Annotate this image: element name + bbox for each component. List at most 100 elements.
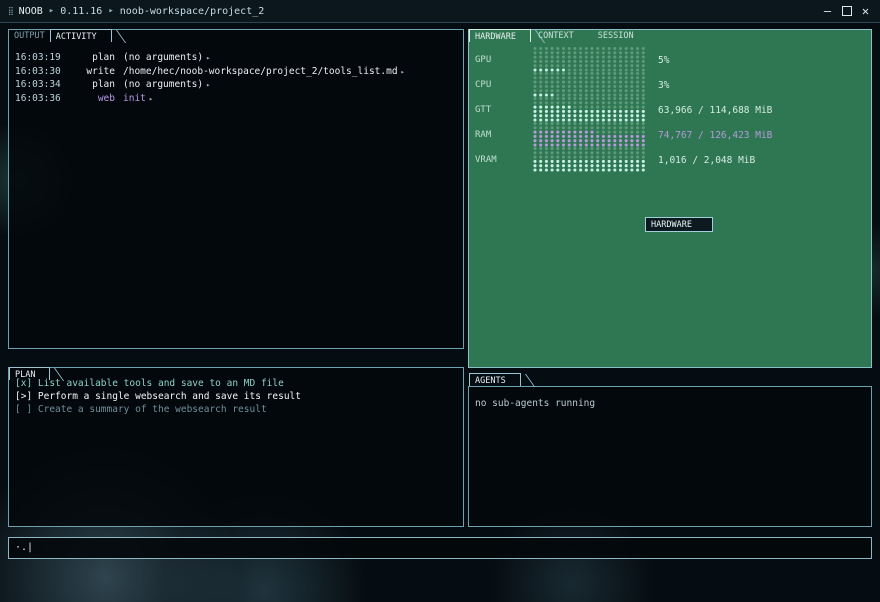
- hardware-dot: [630, 89, 634, 93]
- hardware-dot: [573, 80, 577, 84]
- hardware-dot: [584, 76, 588, 80]
- hardware-dot: [550, 130, 554, 134]
- hardware-dot: [601, 105, 605, 109]
- prompt-icon: ·.|: [15, 542, 34, 553]
- activity-row[interactable]: 16:03:34 plan (no arguments) ▸: [15, 79, 210, 90]
- hardware-dot: [630, 126, 634, 130]
- hardware-dot: [607, 64, 611, 68]
- hardware-bar-ram: [533, 121, 653, 149]
- hardware-dot: [533, 51, 537, 55]
- hardware-dot: [544, 55, 548, 59]
- hardware-dot: [550, 101, 554, 105]
- hardware-dot: [539, 80, 543, 84]
- hardware-dot: [584, 51, 588, 55]
- tab-output[interactable]: OUTPUT: [9, 29, 50, 42]
- tab-context[interactable]: CONTEXT: [533, 29, 579, 42]
- hardware-dot: [539, 76, 543, 80]
- activity-time: 16:03:36: [15, 92, 61, 104]
- expand-arrow-icon[interactable]: ▸: [401, 68, 405, 76]
- minimize-icon[interactable]: —: [821, 4, 834, 17]
- tab-session[interactable]: SESSION: [593, 29, 639, 42]
- hardware-dot: [567, 146, 571, 151]
- hardware-dot: [613, 109, 617, 113]
- hardware-dot: [544, 151, 548, 155]
- hardware-dot: [544, 46, 548, 51]
- hardware-bar-vram: [533, 146, 653, 174]
- hardware-dot: [567, 105, 571, 109]
- activity-verb: write: [86, 65, 115, 77]
- tab-agents[interactable]: AGENTS: [469, 373, 521, 386]
- expand-arrow-icon[interactable]: ▸: [206, 81, 210, 89]
- hardware-dot: [590, 80, 594, 84]
- hardware-dot: [579, 121, 583, 126]
- activity-row[interactable]: 16:03:30 write/home/hec/noob-workspace/pr…: [15, 66, 405, 77]
- hardware-label-gpu: GPU: [475, 55, 492, 65]
- hardware-dot: [539, 121, 543, 126]
- title-bar: ⁞⁞ NOOB ▸ 0.11.16 ▸ noob-workspace/proje…: [0, 0, 880, 23]
- activity-time: 16:03:30: [15, 65, 61, 77]
- hardware-dot: [624, 76, 628, 80]
- hardware-dot: [556, 146, 560, 151]
- hardware-dot: [533, 164, 537, 168]
- activity-row[interactable]: 16:03:19 plan (no arguments) ▸: [15, 52, 210, 63]
- tab-hardware[interactable]: HARDWARE: [469, 29, 531, 42]
- hardware-dot: [613, 80, 617, 84]
- hardware-dot: [613, 105, 617, 109]
- hardware-dot: [601, 139, 605, 143]
- hardware-dot: [618, 155, 623, 159]
- hardware-dot: [590, 126, 594, 130]
- hardware-dot: [596, 146, 600, 151]
- hardware-dot: [607, 109, 611, 113]
- hardware-dot: [561, 109, 566, 113]
- hardware-dot: [567, 159, 571, 163]
- hardware-dot: [533, 55, 537, 59]
- command-input[interactable]: ·.|: [8, 537, 872, 559]
- hardware-dot: [556, 151, 560, 155]
- hardware-dot: [624, 130, 628, 134]
- hardware-dot: [630, 76, 634, 80]
- tab-activity[interactable]: ACTIVITY: [49, 29, 112, 42]
- hardware-dot: [630, 139, 634, 143]
- hardware-dot: [641, 51, 645, 55]
- hardware-dot: [613, 114, 617, 118]
- expand-arrow-icon[interactable]: ▸: [206, 54, 210, 62]
- hardware-dot: [590, 51, 594, 55]
- hardware-dot: [607, 159, 611, 163]
- hardware-dot: [579, 159, 583, 163]
- hardware-dot: [556, 59, 560, 63]
- hardware-dot: [641, 64, 645, 68]
- hardware-dot: [590, 76, 594, 80]
- hardware-dot: [550, 59, 554, 63]
- plan-panel: PLAN [x] List available tools and save t…: [8, 367, 464, 527]
- hardware-dot: [561, 121, 566, 126]
- hardware-dot: [533, 134, 537, 138]
- hardware-dot: [601, 134, 605, 138]
- hardware-dot: [539, 101, 543, 105]
- hardware-dot: [550, 80, 554, 84]
- hardware-dot: [584, 84, 588, 88]
- close-icon[interactable]: ✕: [859, 4, 872, 17]
- hardware-dot: [544, 121, 548, 126]
- hardware-dot: [584, 59, 588, 63]
- hardware-dot: [567, 76, 571, 80]
- activity-row[interactable]: 16:03:36 web init ▸: [15, 93, 153, 104]
- hardware-dot: [567, 151, 571, 155]
- hardware-dot: [613, 121, 617, 126]
- hardware-dot: [590, 84, 594, 88]
- hardware-dot: [567, 114, 571, 118]
- plan-item-todo: [ ] Create a summary of the websearch re…: [15, 404, 267, 415]
- grip-icon[interactable]: ⁞⁞: [8, 4, 14, 19]
- hardware-dot: [544, 64, 548, 68]
- expand-arrow-icon[interactable]: ▸: [149, 95, 153, 103]
- maximize-icon[interactable]: [840, 4, 853, 17]
- hardware-dot: [596, 76, 600, 80]
- hardware-dot: [596, 126, 600, 130]
- hardware-dot: [539, 59, 543, 63]
- hardware-dot: [533, 46, 537, 51]
- hardware-dot: [607, 114, 611, 118]
- hardware-dot: [556, 71, 560, 76]
- hardware-dot: [567, 71, 571, 76]
- hardware-badge[interactable]: HARDWARE: [645, 217, 713, 232]
- hardware-dot: [539, 168, 543, 172]
- hardware-dot: [624, 51, 628, 55]
